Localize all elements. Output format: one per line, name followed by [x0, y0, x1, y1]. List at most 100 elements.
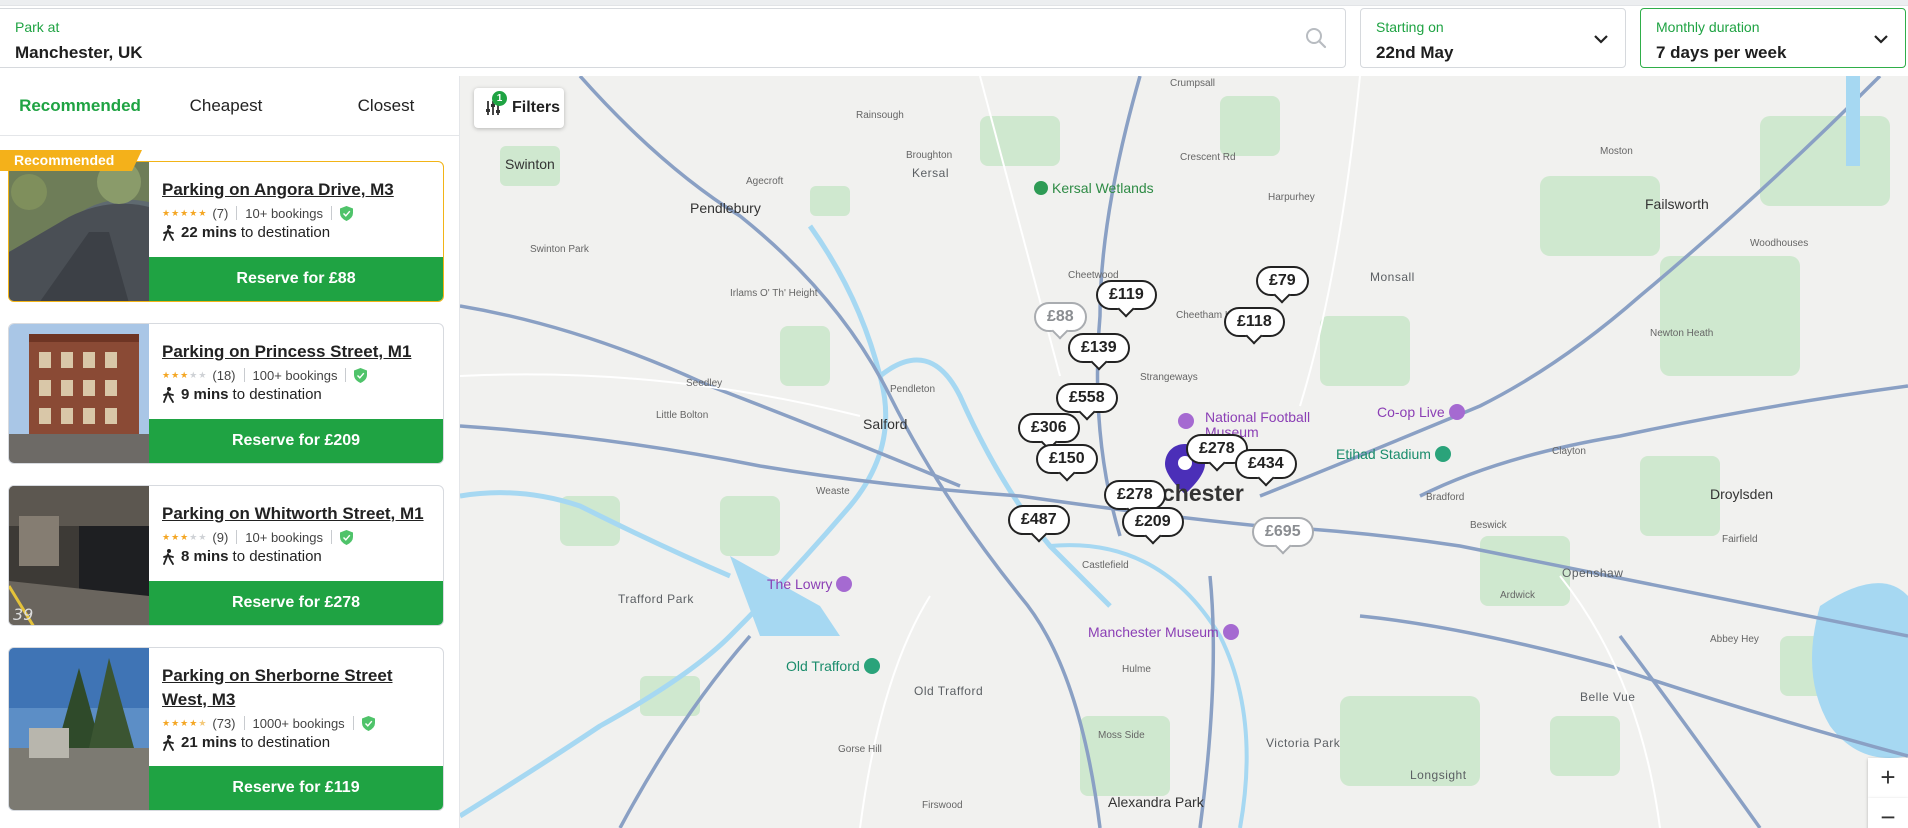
place-label: Clayton [1552, 446, 1586, 457]
divider [352, 716, 354, 730]
poi-label[interactable]: Kersal Wetlands [1034, 180, 1154, 196]
listing-card[interactable]: Parking on Angora Drive, M3 ★ ★ ★ ★ ★ (7) 10… [8, 161, 444, 302]
price-pin[interactable]: £487 [1008, 505, 1070, 535]
divider [243, 716, 245, 730]
price-pin[interactable]: £306 [1018, 413, 1080, 443]
listing-meta: ★ ★ ★ ★ ★ (9) 10+ bookings [162, 528, 353, 546]
price-pin[interactable]: £139 [1068, 333, 1130, 363]
reserve-button[interactable]: Reserve for £209 [149, 419, 443, 463]
tab-cheapest[interactable]: Cheapest [146, 76, 306, 136]
review-count: (73) [212, 715, 236, 731]
reserve-button[interactable]: Reserve for £88 [149, 257, 443, 301]
duration-value: 7 days per week [1656, 43, 1787, 62]
location-field[interactable]: Park at Manchester, UK [0, 8, 1346, 68]
place-label: Victoria Park [1266, 736, 1341, 750]
price-pin[interactable]: £150 [1036, 444, 1098, 474]
divider [243, 368, 245, 382]
walk-suffix: to destination [240, 224, 331, 241]
stadium-icon [1434, 446, 1451, 462]
museum-icon [1222, 624, 1239, 640]
place-label: Harpurhey [1268, 192, 1315, 203]
poi-label[interactable]: Co-op Live [1377, 404, 1465, 420]
walk-time: 9 mins to destination [162, 386, 322, 403]
walk-minutes: 22 mins [181, 224, 237, 241]
listing-card[interactable]: Parking on Sherborne Street West, M3 ★ ★ ★… [8, 647, 444, 811]
place-label: Woodhouses [1750, 238, 1809, 249]
reserve-button[interactable]: Reserve for £278 [149, 581, 443, 625]
place-label: Longsight [1410, 768, 1467, 782]
listing-title[interactable]: Parking on Princess Street, M1 [162, 340, 437, 364]
place-label: Strangeways [1140, 372, 1198, 383]
start-date-field[interactable]: Starting on 22nd May [1360, 8, 1626, 68]
place-label: Belle Vue [1580, 690, 1636, 704]
poi-label[interactable]: Manchester Museum [1088, 624, 1239, 640]
poi-name: Etihad Stadium [1336, 446, 1431, 462]
walk-minutes: 8 mins [181, 548, 229, 565]
poi-label[interactable]: Old Trafford [786, 658, 880, 674]
listing-title[interactable]: Parking on Angora Drive, M3 [162, 178, 437, 202]
zoom-out-button[interactable]: − [1868, 798, 1908, 828]
filters-button[interactable]: 1 Filters [474, 88, 564, 128]
poi-name: The Lowry [767, 576, 833, 592]
stadium-icon [863, 658, 880, 674]
divider [330, 206, 332, 220]
listing-card[interactable]: Parking on Princess Street, M1 ★ ★ ★ ★ ★ (18… [8, 323, 444, 464]
listing-meta: ★ ★ ★ ★ ★ (18) 100+ bookings [162, 366, 368, 384]
listing-title[interactable]: Parking on Whitworth Street, M1 [162, 502, 437, 526]
price-pin[interactable]: £695 [1252, 517, 1314, 547]
place-label: Hulme [1122, 664, 1151, 675]
place-label: Newton Heath [1650, 328, 1714, 339]
place-label: Abbey Hey [1710, 634, 1759, 645]
museum-icon [1178, 413, 1194, 429]
price-pin[interactable]: £79 [1256, 266, 1309, 296]
price-pin[interactable]: £209 [1122, 507, 1184, 537]
walking-icon [163, 224, 174, 241]
zoom-in-button[interactable]: + [1868, 758, 1908, 798]
poi-label[interactable]: Etihad Stadium [1336, 446, 1451, 462]
walk-time: 8 mins to destination [162, 548, 322, 565]
place-label: Monsall [1370, 270, 1415, 284]
price-pin[interactable]: £119 [1096, 280, 1157, 310]
divider [330, 530, 332, 544]
walk-minutes: 9 mins [181, 386, 229, 403]
poi-name: Old Trafford [786, 658, 860, 674]
walk-suffix: to destination [232, 386, 322, 403]
reserve-button[interactable]: Reserve for £119 [149, 766, 443, 810]
divider [236, 206, 238, 220]
search-icon[interactable] [1305, 27, 1327, 49]
listing-title[interactable]: Parking on Sherborne Street West, M3 [162, 664, 437, 712]
chevron-down-icon[interactable] [1593, 33, 1609, 45]
tab-recommended[interactable]: Recommended [0, 76, 160, 136]
booking-count: 1000+ bookings [252, 715, 345, 731]
listing-photo [9, 324, 149, 463]
start-date-label: Starting on [1376, 19, 1444, 35]
duration-field[interactable]: Monthly duration 7 days per week [1640, 8, 1906, 68]
listing-photo: 39 [9, 486, 149, 625]
walk-suffix: to destination [240, 734, 331, 751]
listing-card[interactable]: 39 Parking on Whitworth Street, M1 ★ ★ ★ ★ ★… [8, 485, 444, 626]
booking-count: 100+ bookings [252, 367, 338, 383]
filters-label: Filters [512, 99, 561, 116]
verified-shield-icon [354, 367, 368, 383]
top-strip [0, 0, 1908, 6]
rating-stars: ★ ★ ★ ★ ★ [162, 207, 207, 218]
tab-closest[interactable]: Closest [306, 76, 466, 136]
place-label: Bradford [1426, 492, 1465, 503]
listing-photo [9, 162, 149, 301]
poi-label[interactable]: The Lowry [767, 576, 853, 592]
price-pin[interactable]: £558 [1056, 383, 1118, 413]
listing-photo [9, 648, 149, 810]
price-pin[interactable]: £434 [1235, 449, 1297, 479]
map-view[interactable]: 1 Filters Swinton Pendlebury Kersal Brou… [460, 76, 1908, 828]
poi-name: Manchester Museum [1088, 624, 1219, 640]
price-pin[interactable]: £278 [1104, 480, 1166, 510]
walking-icon [163, 386, 174, 403]
location-value[interactable]: Manchester, UK [15, 43, 143, 63]
filter-count-badge: 1 [492, 91, 507, 106]
park-icon [1034, 181, 1048, 195]
price-pin[interactable]: £118 [1224, 307, 1285, 337]
walk-minutes: 21 mins [181, 734, 237, 751]
chevron-down-icon[interactable] [1873, 33, 1889, 45]
place-label: Salford [863, 416, 908, 432]
price-pin[interactable]: £88 [1034, 302, 1087, 332]
